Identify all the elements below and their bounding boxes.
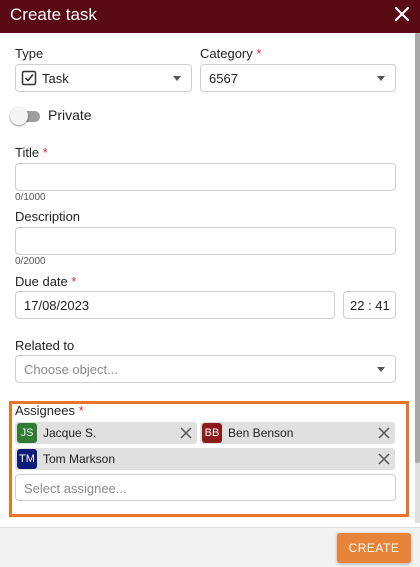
assignees-label: Assignees * xyxy=(15,403,84,418)
category-value: 6567 xyxy=(209,71,238,86)
scrollbar[interactable] xyxy=(415,33,420,523)
chevron-down-icon xyxy=(377,76,385,81)
assignee-input[interactable]: Select assignee... xyxy=(15,474,396,501)
assignee-name: Jacque S. xyxy=(43,426,97,440)
type-select[interactable]: Task xyxy=(15,64,192,92)
create-button[interactable]: CREATE xyxy=(337,533,411,563)
category-select[interactable]: 6567 xyxy=(200,64,396,92)
assignee-chip[interactable]: JS Jacque S. xyxy=(15,422,197,444)
close-icon[interactable] xyxy=(392,4,412,24)
remove-assignee-icon[interactable] xyxy=(377,452,391,466)
due-date-label: Due date * xyxy=(15,274,77,289)
chevron-down-icon xyxy=(173,76,181,81)
dialog-title: Create task xyxy=(10,5,97,24)
title-input[interactable] xyxy=(15,163,396,191)
remove-assignee-icon[interactable] xyxy=(377,426,391,440)
private-toggle[interactable] xyxy=(10,107,28,125)
due-date-value: 17/08/2023 xyxy=(24,298,90,313)
remove-assignee-icon[interactable] xyxy=(179,426,193,440)
dialog-titlebar: Create task xyxy=(0,0,420,33)
avatar: JS xyxy=(17,423,37,443)
description-label: Description xyxy=(15,209,81,224)
assignee-placeholder: Select assignee... xyxy=(24,481,127,496)
chevron-down-icon xyxy=(377,367,385,372)
assignee-name: Tom Markson xyxy=(43,452,116,466)
scrollbar-thumb[interactable] xyxy=(415,33,420,463)
title-counter: 0/1000 xyxy=(15,192,46,203)
assignee-chip[interactable]: BB Ben Benson xyxy=(200,422,395,444)
category-label: Category * xyxy=(200,46,262,61)
assignee-name: Ben Benson xyxy=(228,426,294,440)
related-to-label: Related to xyxy=(15,338,75,353)
related-to-select[interactable]: Choose object... xyxy=(15,355,396,383)
due-date-input[interactable]: 17/08/2023 xyxy=(15,291,335,319)
description-input[interactable] xyxy=(15,227,396,255)
avatar: TM xyxy=(17,449,37,469)
private-label: Private xyxy=(48,107,92,123)
due-time-input[interactable]: 22 : 41 xyxy=(343,291,396,319)
avatar: BB xyxy=(202,423,222,443)
related-to-placeholder: Choose object... xyxy=(24,362,118,377)
type-value: Task xyxy=(42,71,69,86)
type-label: Type xyxy=(15,46,44,61)
description-counter: 0/2000 xyxy=(15,256,46,267)
checkbox-task-icon xyxy=(21,70,37,86)
due-time-value: 22 : 41 xyxy=(350,298,390,313)
title-label: Title * xyxy=(15,145,48,160)
assignee-chip[interactable]: TM Tom Markson xyxy=(15,448,395,470)
